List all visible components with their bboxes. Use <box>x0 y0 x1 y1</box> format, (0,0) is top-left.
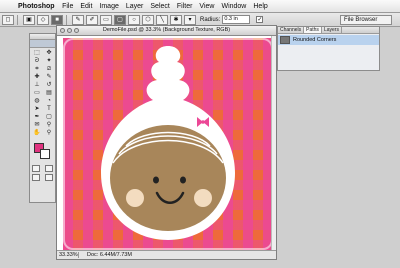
slice-icon[interactable]: ⧄ <box>43 65 55 73</box>
minimize-icon[interactable] <box>67 28 72 33</box>
eraser-icon[interactable]: ▭ <box>31 89 43 97</box>
tool-preset-icon[interactable]: ◻ <box>2 14 14 25</box>
zoom-icon[interactable] <box>74 28 79 33</box>
mode-buttons <box>30 165 55 172</box>
polygon-icon[interactable]: ⬡ <box>142 14 154 25</box>
face-illustration <box>101 46 235 240</box>
quick-mask-icon[interactable] <box>44 165 53 172</box>
zoom-icon[interactable]: ⚲ <box>43 129 55 137</box>
lasso-icon[interactable]: ᘐ <box>31 57 43 65</box>
move-icon[interactable]: ✥ <box>43 49 55 57</box>
rounded-rectangle-icon[interactable]: ▢ <box>114 14 126 25</box>
menu-help[interactable]: Help <box>253 3 267 10</box>
dodge-icon[interactable]: ◔ <box>43 97 55 105</box>
tab-layers[interactable]: Layers <box>322 27 342 33</box>
vertical-scrollbar[interactable] <box>271 36 276 250</box>
hand-icon[interactable]: ✋ <box>31 129 43 137</box>
pen-icon[interactable]: ✒ <box>31 113 43 121</box>
eyedropper-icon[interactable]: ⚲ <box>43 121 55 129</box>
document-title: DemoFile.psd @ 33.3% (Background Texture… <box>102 27 231 33</box>
rectangle-icon[interactable]: ▭ <box>100 14 112 25</box>
ellipse-icon[interactable]: ○ <box>128 14 140 25</box>
path-thumbnail <box>280 36 290 44</box>
zoom-level[interactable]: 33.33% <box>57 252 79 258</box>
line-icon[interactable]: ╲ <box>156 14 168 25</box>
crop-icon[interactable]: ⌗ <box>31 65 43 73</box>
close-icon[interactable] <box>60 28 65 33</box>
brush-icon[interactable]: ✎ <box>43 73 55 81</box>
radius-input[interactable]: 0.3 in <box>222 15 251 24</box>
document-titlebar[interactable]: DemoFile.psd @ 33.3% (Background Texture… <box>57 26 276 36</box>
menu-layer[interactable]: Layer <box>126 3 144 10</box>
menu-window[interactable]: Window <box>221 3 246 10</box>
screen-mode-buttons <box>30 174 55 181</box>
menu-edit[interactable]: Edit <box>80 3 92 10</box>
paths-mode-icon[interactable]: ◇ <box>37 14 49 25</box>
window-controls <box>60 28 79 33</box>
notes-icon[interactable]: ✉ <box>31 121 43 129</box>
antialias-checkbox[interactable]: ✓ <box>256 16 264 23</box>
menu-bar: Photoshop File Edit Image Layer Select F… <box>0 0 400 13</box>
palette-tabs: Channels Paths Layers <box>278 27 379 34</box>
history-brush-icon[interactable]: ↺ <box>43 81 55 89</box>
color-swatches <box>32 141 53 163</box>
document-size: Doc: 6.44M/7.73M <box>87 252 132 258</box>
stamp-icon[interactable]: ⊥ <box>31 81 43 89</box>
magic-wand-icon[interactable]: ✦ <box>43 57 55 65</box>
toolbox: ⬚ ✥ ᘐ ✦ ⌗ ⧄ ✚ ✎ ⊥ ↺ ▭ ▤ ◍ ◔ ➤ T ✒ ▢ ✉ ⚲ ✋ ⚲ <box>29 33 56 203</box>
path-select-icon[interactable]: ➤ <box>31 105 43 113</box>
file-browser-tab[interactable]: File Browser <box>340 14 392 25</box>
document-window: DemoFile.psd @ 33.3% (Background Texture… <box>56 25 277 260</box>
menu-select[interactable]: Select <box>150 3 169 10</box>
type-icon[interactable]: T <box>43 105 55 113</box>
layers-palette: Channels Paths Layers Rounded Corners <box>277 26 380 71</box>
background-color-swatch[interactable] <box>40 149 50 159</box>
menu-file[interactable]: File <box>62 3 73 10</box>
gradient-icon[interactable]: ▤ <box>43 89 55 97</box>
screen-mode-full-icon[interactable] <box>44 174 53 181</box>
blur-icon[interactable]: ◍ <box>31 97 43 105</box>
shape-options-icon[interactable]: ▾ <box>184 14 196 25</box>
screen-mode-standard-icon[interactable] <box>32 174 41 181</box>
custom-shape-icon[interactable]: ✱ <box>170 14 182 25</box>
shape-layers-icon[interactable]: ▣ <box>23 14 35 25</box>
fill-pixels-icon[interactable]: ■ <box>51 14 63 25</box>
pen-tool-icon[interactable]: ✎ <box>72 14 84 25</box>
canvas[interactable] <box>63 38 273 250</box>
radius-label: Radius: <box>200 16 221 23</box>
tab-channels[interactable]: Channels <box>278 27 305 33</box>
path-row[interactable]: Rounded Corners <box>278 35 379 45</box>
healing-icon[interactable]: ✚ <box>31 73 43 81</box>
separator <box>66 14 67 25</box>
shape-icon[interactable]: ▢ <box>43 113 55 121</box>
adobe-feather-icon[interactable] <box>30 40 55 48</box>
document-status-bar: 33.33% Doc: 6.44M/7.73M <box>57 250 276 259</box>
marquee-icon[interactable]: ⬚ <box>31 49 43 57</box>
path-row-label: Rounded Corners <box>293 37 337 43</box>
standard-mode-icon[interactable] <box>32 165 41 172</box>
freeform-pen-icon[interactable]: ✐ <box>86 14 98 25</box>
menu-filter[interactable]: Filter <box>177 3 193 10</box>
menu-image[interactable]: Image <box>99 3 118 10</box>
separator <box>17 14 18 25</box>
tab-paths[interactable]: Paths <box>304 27 322 33</box>
menu-view[interactable]: View <box>199 3 214 10</box>
app-menu[interactable]: Photoshop <box>18 3 55 10</box>
tool-grid: ⬚ ✥ ᘐ ✦ ⌗ ⧄ ✚ ✎ ⊥ ↺ ▭ ▤ ◍ ◔ ➤ T ✒ ▢ ✉ ⚲ ✋ ⚲ <box>30 48 55 138</box>
screen: Photoshop File Edit Image Layer Select F… <box>0 0 400 268</box>
